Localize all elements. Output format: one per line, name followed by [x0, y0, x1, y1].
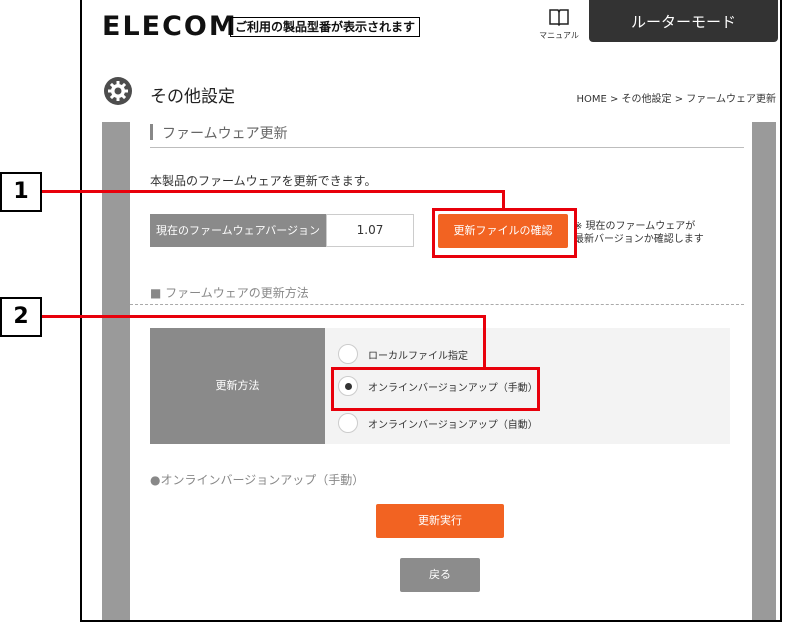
radio-label: ローカルファイル指定 [368, 350, 468, 362]
note-line-1: ※ 現在のファームウェアが [574, 221, 696, 232]
radio-label: オンラインバージョンアップ（自動） [368, 419, 538, 431]
elecom-logo: ELECOM [102, 11, 238, 42]
dashed-divider [130, 304, 744, 305]
note-line-2: 最新バージョンか確認します [574, 234, 704, 245]
manual-label: マニュアル [539, 31, 579, 40]
callout-highlight-1 [432, 208, 577, 258]
book-icon [549, 9, 569, 26]
radio-option-local-file[interactable]: ローカルファイル指定 [338, 342, 468, 366]
radio-option-online-auto[interactable]: オンラインバージョンアップ（自動） [338, 411, 538, 435]
callout-line-1-horizontal [40, 190, 505, 193]
callout-highlight-2 [331, 367, 540, 411]
callout-line-2-horizontal [40, 315, 486, 318]
radio-button[interactable] [338, 413, 358, 433]
router-mode-tab[interactable]: ルーターモード [589, 0, 778, 42]
section-marker [150, 124, 153, 140]
page-title: その他設定 [150, 87, 235, 107]
firmware-version-value: 1.07 [326, 214, 414, 247]
callout-number-2: 2 [0, 297, 42, 337]
manual-button[interactable]: マニュアル [537, 8, 581, 41]
firmware-section-header: ファームウェア更新 [150, 121, 744, 148]
callout-line-2-vertical [483, 315, 486, 369]
back-button[interactable]: 戻る [400, 558, 480, 592]
firmware-version-label: 現在のファームウェアバージョン [150, 214, 326, 247]
callout-number-1: 1 [0, 172, 42, 212]
content-sidebar-left [102, 122, 130, 620]
breadcrumb[interactable]: HOME > その他設定 > ファームウェア更新 [576, 90, 776, 105]
radio-button[interactable] [338, 344, 358, 364]
update-method-label: 更新方法 [150, 328, 325, 444]
model-tagline: ご利用の製品型番が表示されます [230, 17, 421, 37]
settings-gear-icon [104, 77, 132, 105]
online-update-title: ●オンラインバージョンアップ（手動） [150, 473, 365, 487]
firmware-description: 本製品のファームウェアを更新できます。 [150, 174, 377, 188]
content-sidebar-right [752, 122, 776, 620]
check-update-note: ※ 現在のファームウェアが 最新バージョンか確認します [574, 220, 704, 246]
update-method-section-title: ■ ファームウェアの更新方法 [150, 286, 309, 300]
firmware-section-title: ファームウェア更新 [162, 126, 288, 142]
callout-line-1-vertical [502, 190, 505, 210]
execute-update-button[interactable]: 更新実行 [376, 504, 504, 538]
